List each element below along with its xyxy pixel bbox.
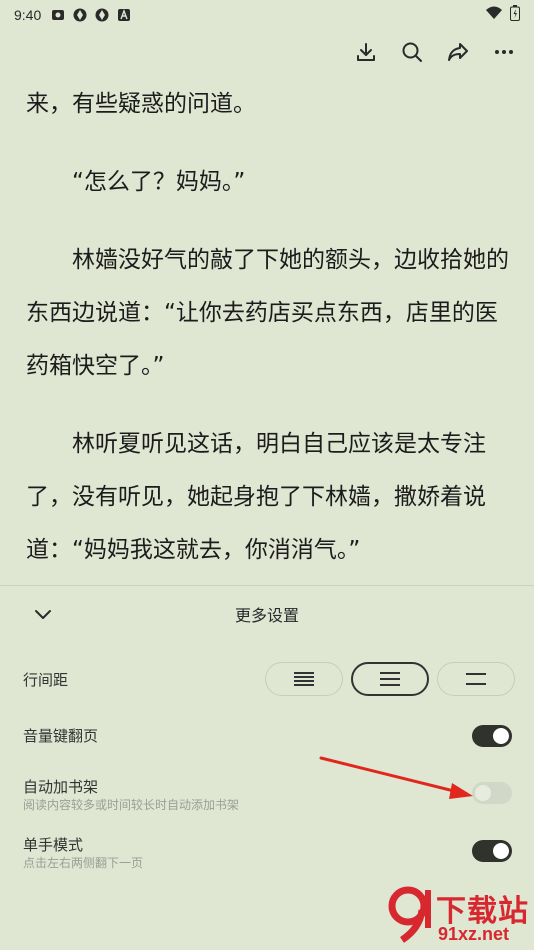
download-icon[interactable] (354, 40, 378, 64)
status-right (486, 5, 520, 25)
app-icon (95, 8, 109, 22)
volume-key-row: 音量键翻页 (0, 724, 534, 748)
auto-shelf-description: 阅读内容较多或时间较长时自动添加书架 (23, 798, 240, 812)
reader-paragraph: 林嫱没好气的敲了下她的额头，边收拾她的东西边说道：“让你去药店买点东西，店里的医… (26, 247, 509, 379)
auto-shelf-label: 自动加书架 (23, 778, 99, 796)
watermark: 下载站 91xz.net (388, 882, 534, 950)
wifi-icon (486, 6, 502, 24)
one-hand-row: 单手模式 点击左右两侧翻下一页 (0, 834, 534, 870)
app-icon (73, 8, 87, 22)
toggle-knob (493, 728, 509, 744)
more-icon[interactable] (492, 40, 516, 64)
panel-title: 更多设置 (234, 606, 299, 625)
watermark-url: 91xz.net (438, 924, 510, 944)
search-icon[interactable] (400, 40, 424, 64)
reader-paragraph: 来，有些疑惑的问道。 (26, 91, 256, 117)
photo-icon (51, 8, 65, 22)
reader-content[interactable]: 来，有些疑惑的问道。 “怎么了？妈妈。” 林嫱没好气的敲了下她的额头，边收拾她的… (26, 78, 510, 602)
one-hand-label: 单手模式 (23, 836, 84, 854)
battery-icon (510, 5, 520, 25)
one-hand-toggle[interactable] (472, 840, 512, 862)
share-icon[interactable] (446, 40, 470, 64)
chevron-down-icon[interactable] (30, 602, 56, 628)
line-spacing-row: 行间距 (0, 662, 534, 698)
panel-header: 更多设置 (0, 586, 534, 642)
line-spacing-options (265, 662, 515, 696)
auto-shelf-row: 自动加书架 阅读内容较多或时间较长时自动添加书架 (0, 776, 534, 812)
status-time: 9:40 (14, 7, 42, 23)
watermark-logo (388, 886, 431, 943)
line-spacing-loose[interactable] (437, 662, 515, 696)
status-bar: 9:40 (0, 0, 534, 30)
toggle-knob (493, 843, 509, 859)
toggle-knob (475, 785, 491, 801)
line-spacing-label: 行间距 (23, 671, 69, 689)
volume-key-label: 音量键翻页 (23, 727, 99, 745)
auto-shelf-toggle[interactable] (472, 782, 512, 804)
reader-paragraph: “怎么了？妈妈。” (72, 169, 246, 195)
a-icon (117, 8, 131, 22)
line-spacing-medium[interactable] (351, 662, 429, 696)
reader-paragraph: 林听夏听见这话，明白自己应该是太专注了，没有听见，她起身抱了下林嫱，撒娇着说道：… (26, 431, 486, 563)
one-hand-description: 点击左右两侧翻下一页 (23, 856, 144, 870)
line-spacing-compact[interactable] (265, 662, 343, 696)
reader-toolbar (354, 34, 516, 70)
volume-key-toggle[interactable] (472, 725, 512, 747)
